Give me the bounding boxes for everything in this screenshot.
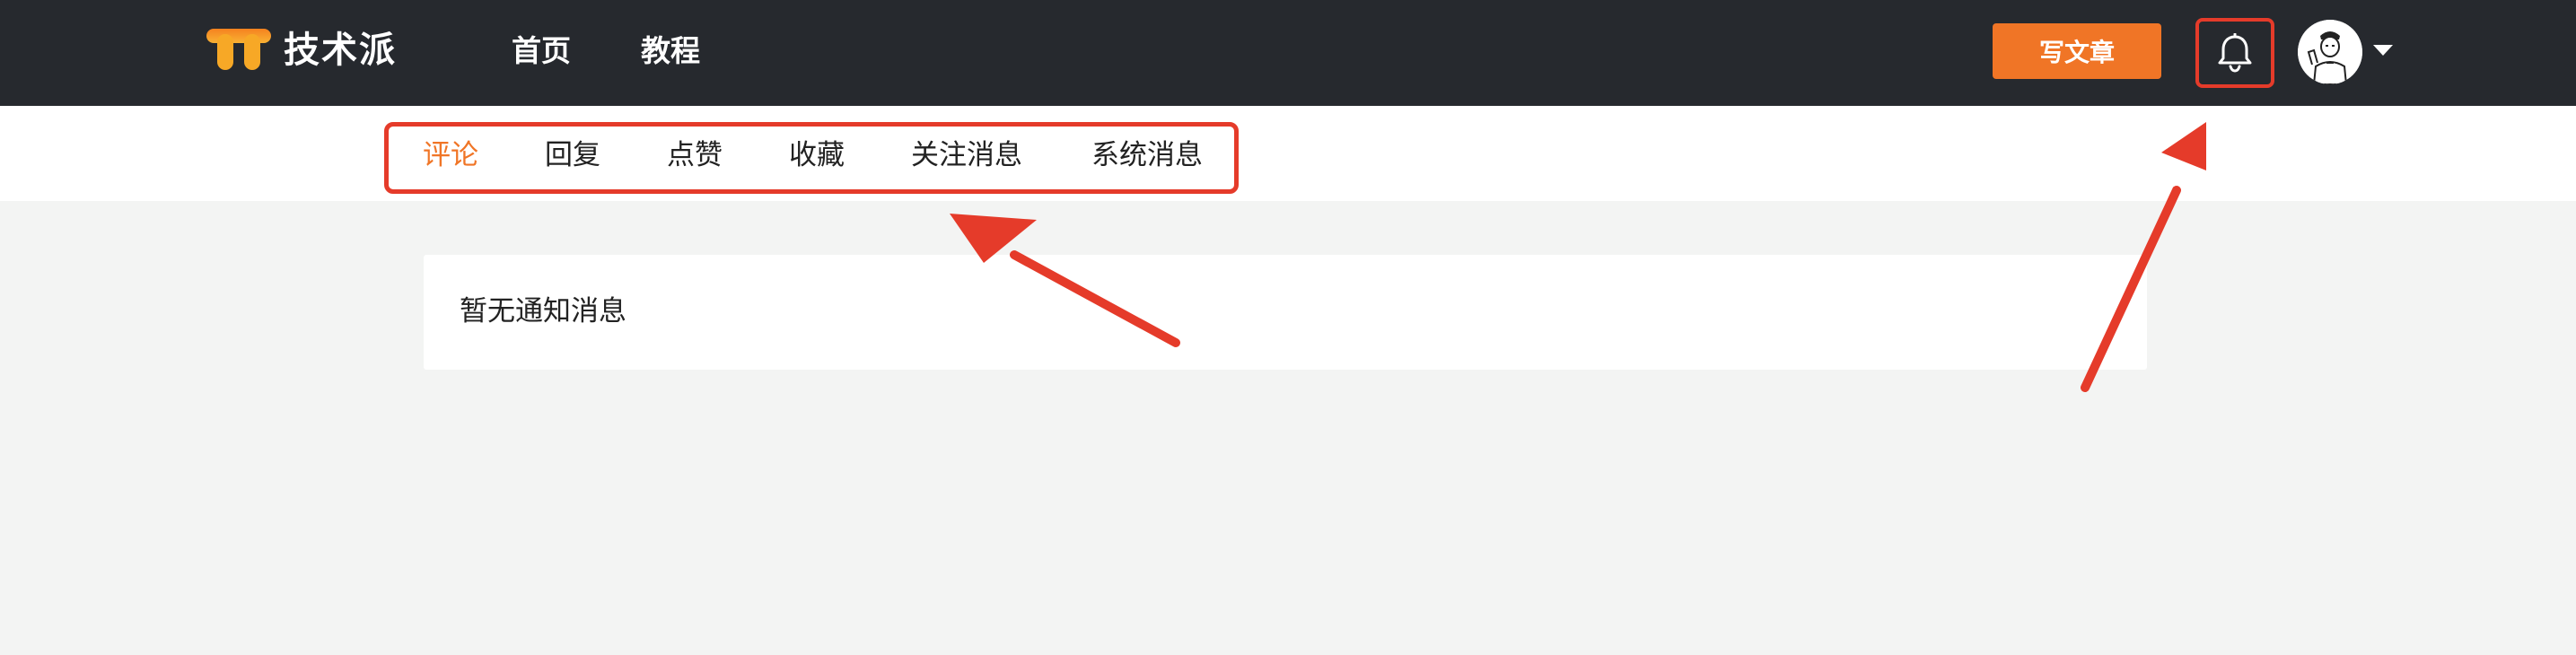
user-avatar[interactable] [2298, 20, 2362, 84]
top-navbar: 技术派 首页 教程 写文章 [0, 0, 2576, 106]
logo-text: 技术派 [284, 30, 397, 71]
tab-follow-messages[interactable]: 关注消息 [911, 133, 1022, 178]
bell-icon [2218, 33, 2252, 73]
avatar-illustration-icon [2298, 20, 2362, 84]
tab-comments[interactable]: 评论 [423, 133, 478, 178]
tab-replies[interactable]: 回复 [545, 133, 600, 178]
notification-list-card: 暂无通知消息 [424, 255, 2147, 370]
site-logo[interactable]: 技术派 [206, 27, 397, 74]
tab-favorites[interactable]: 收藏 [789, 133, 845, 178]
empty-notification-message: 暂无通知消息 [460, 295, 626, 328]
notification-bell-button[interactable] [2195, 18, 2274, 88]
write-article-button[interactable]: 写文章 [1993, 23, 2161, 79]
logo-icon [206, 29, 271, 70]
nav-tutorial[interactable]: 教程 [641, 29, 700, 74]
tab-likes[interactable]: 点赞 [667, 133, 723, 178]
nav-home[interactable]: 首页 [512, 29, 571, 74]
tab-system-messages[interactable]: 系统消息 [1091, 133, 1203, 178]
caret-down-icon[interactable] [2373, 45, 2393, 56]
